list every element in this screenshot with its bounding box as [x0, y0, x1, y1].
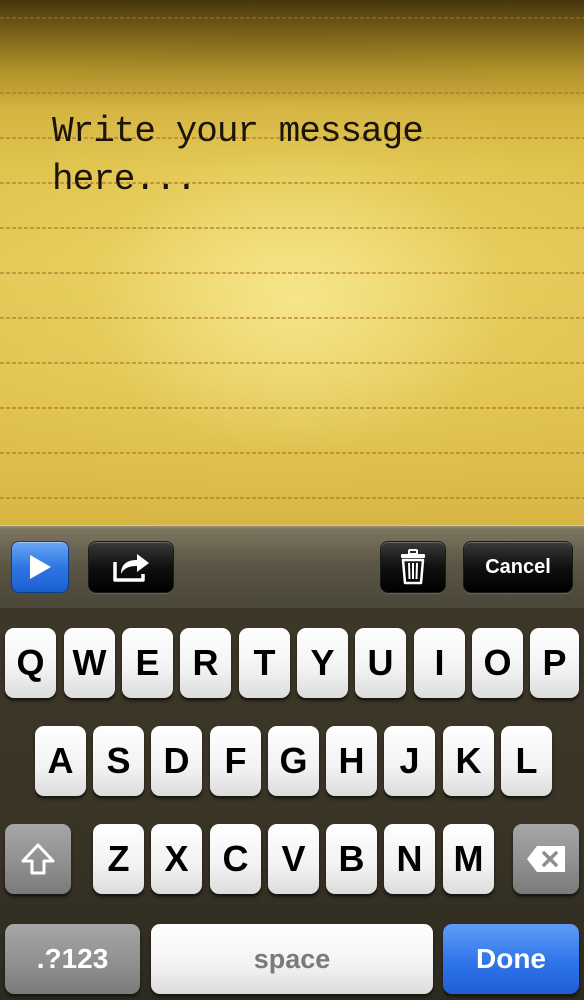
paper-rule-lines [0, 0, 584, 525]
cancel-button[interactable]: Cancel [463, 541, 573, 593]
key-h[interactable]: H [326, 726, 377, 796]
backspace-key[interactable] [513, 824, 579, 894]
screen: Write your message here... Cancel Q W E … [0, 0, 584, 1000]
key-x[interactable]: X [151, 824, 202, 894]
key-p[interactable]: P [530, 628, 579, 698]
key-q[interactable]: Q [5, 628, 56, 698]
shift-key[interactable] [5, 824, 71, 894]
key-m[interactable]: M [443, 824, 494, 894]
share-button[interactable] [88, 541, 174, 593]
key-o[interactable]: O [472, 628, 523, 698]
play-button[interactable] [11, 541, 69, 593]
key-e[interactable]: E [122, 628, 173, 698]
space-key[interactable]: space [151, 924, 433, 994]
done-key[interactable]: Done [443, 924, 579, 994]
key-z[interactable]: Z [93, 824, 144, 894]
key-y[interactable]: Y [297, 628, 348, 698]
key-l[interactable]: L [501, 726, 552, 796]
key-b[interactable]: B [326, 824, 377, 894]
key-u[interactable]: U [355, 628, 406, 698]
note-paper[interactable]: Write your message here... [0, 0, 584, 525]
key-t[interactable]: T [239, 628, 290, 698]
key-i[interactable]: I [414, 628, 465, 698]
key-a[interactable]: A [35, 726, 86, 796]
numbers-key[interactable]: .?123 [5, 924, 140, 994]
key-w[interactable]: W [64, 628, 115, 698]
keyboard: Q W E R T Y U I O P A S D F G H J K L Z … [0, 608, 584, 1000]
key-j[interactable]: J [384, 726, 435, 796]
note-toolbar: Cancel [0, 525, 584, 608]
play-icon [30, 555, 51, 579]
backspace-icon [527, 846, 565, 872]
key-n[interactable]: N [384, 824, 435, 894]
key-k[interactable]: K [443, 726, 494, 796]
key-f[interactable]: F [210, 726, 261, 796]
key-g[interactable]: G [268, 726, 319, 796]
key-s[interactable]: S [93, 726, 144, 796]
key-r[interactable]: R [180, 628, 231, 698]
trash-button[interactable] [380, 541, 446, 593]
key-c[interactable]: C [210, 824, 261, 894]
share-icon [113, 554, 149, 582]
shift-icon [21, 843, 55, 875]
message-text-area[interactable]: Write your message here... [52, 108, 492, 204]
key-v[interactable]: V [268, 824, 319, 894]
key-d[interactable]: D [151, 726, 202, 796]
trash-icon [401, 549, 425, 585]
